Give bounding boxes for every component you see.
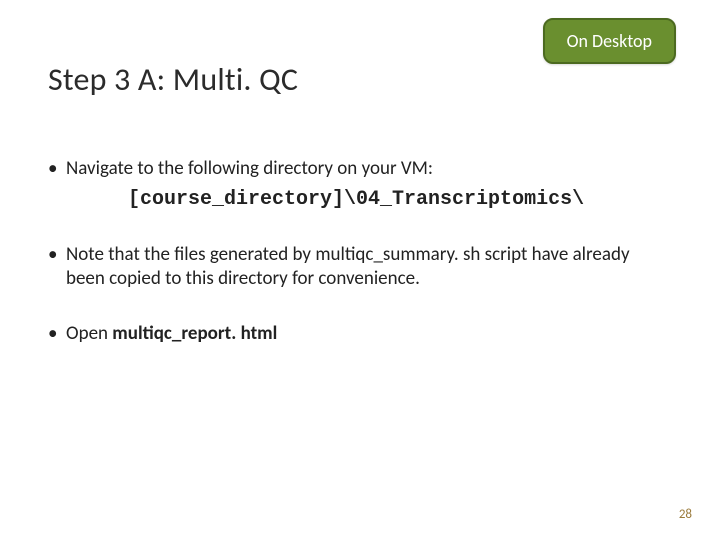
bullet-note: Note that the files generated by multiqc… [48,243,672,292]
badge-label: On Desktop [567,30,652,52]
slide: On Desktop Step 3 A: Multi. QC Navigate … [0,0,720,540]
bullet-list: Navigate to the following directory on y… [48,157,672,346]
bullet-note-text: Note that the files generated by multiqc… [66,243,630,290]
on-desktop-badge: On Desktop [543,18,676,64]
directory-path: [course_directory]\04_Transcriptomics\ [128,187,672,213]
bullet-navigate: Navigate to the following directory on y… [48,157,672,213]
slide-title: Step 3 A: Multi. QC [48,60,672,99]
bullet-open-text: Open [66,322,112,345]
report-filename: multiqc_report. html [112,322,277,345]
bullet-navigate-text: Navigate to the following directory on y… [66,157,433,180]
page-number: 28 [679,507,692,522]
bullet-open: Open multiqc_report. html [48,322,672,346]
slide-body: Navigate to the following directory on y… [48,157,672,346]
